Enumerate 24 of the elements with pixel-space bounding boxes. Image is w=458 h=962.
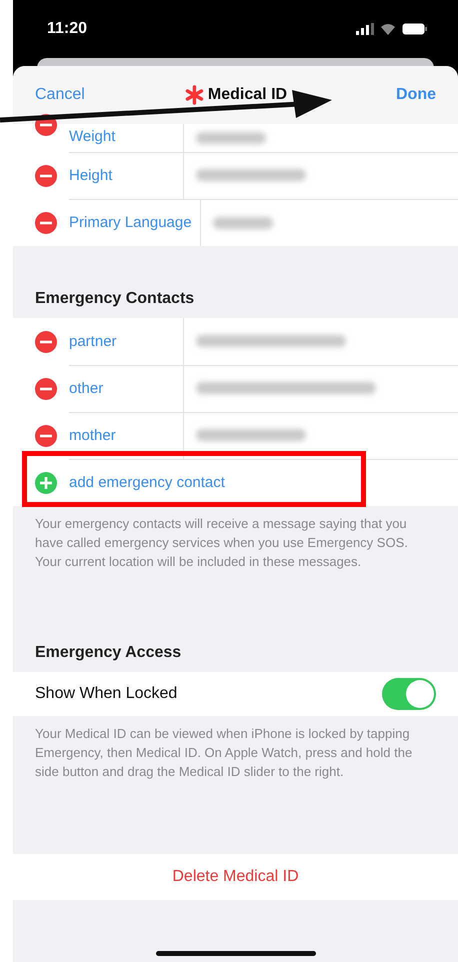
remove-icon[interactable]	[35, 114, 57, 136]
asterisk-icon	[184, 85, 204, 105]
clock-time: 11:20	[47, 20, 88, 38]
toggle-switch[interactable]	[382, 678, 436, 710]
done-button[interactable]: Done	[396, 86, 436, 104]
contact-relation[interactable]: partner	[69, 332, 117, 350]
screen-title: Medical ID	[208, 86, 288, 104]
delete-button[interactable]: Delete Medical ID	[166, 867, 305, 887]
cancel-button[interactable]: Cancel	[35, 86, 85, 104]
add-contact-link[interactable]: add emergency contact	[69, 474, 225, 491]
battery-icon	[402, 23, 428, 35]
signal-icon	[356, 23, 374, 35]
section-header: Emergency Contacts	[34, 289, 196, 309]
add-icon[interactable]	[35, 472, 57, 494]
footer-note: Your emergency contacts will receive a message saying that you have called emergency services when you use Emergency SOS. Your current location will be included in these messages.	[34, 515, 409, 571]
contact-relation[interactable]: mother	[69, 426, 116, 444]
wifi-icon	[380, 23, 396, 35]
field-label[interactable]: Weight	[69, 128, 116, 144]
toggle-label: Show When Locked	[35, 685, 178, 703]
section-header: Emergency Access	[34, 643, 182, 663]
contact-relation[interactable]: other	[69, 380, 104, 396]
field-label[interactable]: Height	[69, 166, 112, 184]
field-label[interactable]: Primary Language	[69, 214, 192, 231]
footer-note: Your Medical ID can be viewed when iPhone is locked by tapping Emergency, then Medical ID. On Apple Watch, press and hold the side button and drag the Medical ID slider to the right.	[34, 725, 414, 781]
